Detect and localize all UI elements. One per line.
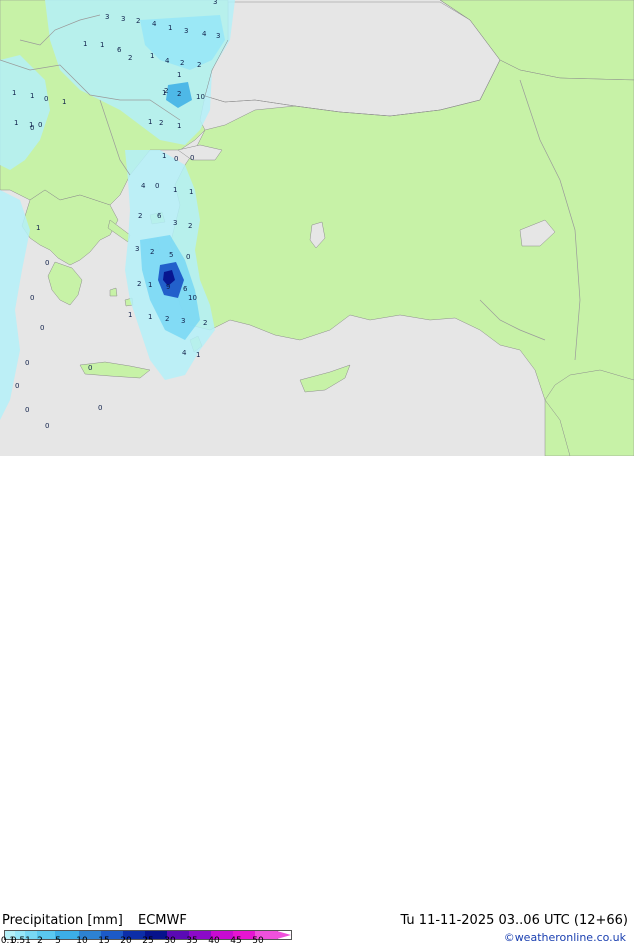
precip-value-label: 0 [186, 253, 190, 261]
precip-value-label: 1 [36, 224, 40, 232]
precip-value-label: 2 [188, 222, 192, 230]
precip-value-label: 1 [150, 52, 154, 60]
scale-tick-label: 5 [55, 936, 61, 946]
black-sea [204, 1, 501, 117]
precip-value-label: 2 [197, 61, 201, 69]
precip-value-label: 1 [177, 71, 181, 79]
precip-value-label: 2 [138, 212, 142, 220]
scale-tick-label: 30 [164, 936, 176, 946]
precip-value-label: 0 [88, 364, 92, 372]
precip-value-label: 2 [150, 248, 154, 256]
precip-value-label: 1 [29, 121, 33, 129]
precip-value-label: 0 [25, 406, 29, 414]
weather-map: 3 3 2 4 1 3 4 3 3 1 1 6 2 1 4 2 2 1 2 1 2 10 1 2 1 0 1 1 0 1 1 1 0 4 1 1 2 6 3… [0, 0, 634, 456]
scale-tick-label: 50 [252, 936, 264, 946]
precip-value-label: 3 [184, 27, 188, 35]
scale-tick-label: 20 [120, 936, 132, 946]
color-scale-ticks: 0.1 0.5 1 2 5 10 15 20 25 30 35 40 45 50 [0, 937, 340, 947]
precip-value-label: 2 [177, 90, 181, 98]
precip-value-label: 3 [121, 15, 125, 23]
precip-value-label: 1 [100, 41, 104, 49]
precip-value-label: 1 [148, 313, 152, 321]
precip-value-label: 3 [105, 13, 109, 21]
precip-value-label: 2 [165, 315, 169, 323]
precip-value-label: 0 [45, 422, 49, 430]
precip-value-label: 2 [180, 59, 184, 67]
precip-value-label: 1 [12, 89, 16, 97]
precip-value-label: 3 [135, 245, 139, 253]
precip-value-label: 0 [98, 404, 102, 412]
precip-value-label: 0 [190, 154, 194, 162]
precip-value-label: 0 [38, 121, 42, 129]
precip-value-label: 0 [44, 95, 48, 103]
scale-tick-label: 40 [208, 936, 220, 946]
precip-value-label: 1 [30, 92, 34, 100]
scale-tick-label: 2 [37, 936, 43, 946]
precip-value-label: 10 [188, 294, 197, 302]
precip-value-label: 1 [128, 311, 132, 319]
precip-value-label: 1 [83, 40, 87, 48]
precip-value-label: 1 [148, 118, 152, 126]
scale-tick-label: 45 [230, 936, 242, 946]
precip-value-label: 2 [159, 119, 163, 127]
precip-value-label: 2 [203, 319, 207, 327]
precip-value-label: 3 [181, 317, 185, 325]
precip-value-label: 6 [157, 212, 162, 220]
precip-value-label: 10 [196, 93, 205, 101]
precip-value-label: 3 [213, 0, 217, 6]
precip-value-label: 4 [202, 30, 207, 38]
model-name: ECMWF [138, 913, 187, 928]
precip-value-label: 6 [117, 46, 122, 54]
precip-value-label: 1 [14, 119, 18, 127]
precip-value-label: 4 [152, 20, 157, 28]
precip-value-label: 1 [148, 281, 152, 289]
credit-link[interactable]: ©weatheronline.co.uk [504, 931, 626, 945]
scale-tick-label: 35 [186, 936, 198, 946]
scale-tick-label: 25 [142, 936, 154, 946]
scale-tick-label: 1 [25, 936, 31, 946]
precip-value-label: 1 [168, 24, 172, 32]
precip-value-label: 0 [45, 259, 49, 267]
precip-value-label: 9 [166, 283, 170, 291]
precip-value-label: 1 [62, 98, 66, 106]
precip-value-label: 0 [25, 359, 29, 367]
map-canvas: 3 3 2 4 1 3 4 331 162 14 2 2121 2 101 2 101 1 0 11 104 1 12 63… [0, 0, 634, 456]
precip-value-label: 5 [169, 251, 173, 259]
precip-value-label: 1 [173, 186, 177, 194]
precip-value-label: 0 [15, 382, 19, 390]
precip-value-label: 6 [183, 285, 188, 293]
map-footer: Precipitation [mm] ECMWF Tu 11-11-2025 0… [0, 456, 634, 946]
precip-value-label: 0 [174, 155, 178, 163]
precip-value-label: 2 [137, 280, 141, 288]
precip-value-label: 1 [189, 188, 193, 196]
precip-value-label: 3 [173, 219, 177, 227]
valid-time: Tu 11-11-2025 03..06 UTC (12+66) [400, 913, 628, 928]
precip-value-label: 0 [155, 182, 159, 190]
precip-value-label: 2 [128, 54, 132, 62]
precip-value-label: 0 [30, 294, 34, 302]
precip-value-label: 0 [40, 324, 44, 332]
scale-tick-label: 15 [98, 936, 110, 946]
map-title: Precipitation [mm] [2, 913, 123, 928]
precip-value-label: 1 [162, 89, 166, 97]
scale-tick-label: 0.5 [10, 936, 26, 946]
precip-value-label: 4 [182, 349, 187, 357]
precip-value-label: 1 [177, 122, 181, 130]
precip-value-label: 4 [165, 57, 170, 65]
precip-value-label: 4 [141, 182, 146, 190]
precip-value-label: 1 [196, 351, 200, 359]
precip-value-label: 3 [216, 32, 220, 40]
precip-value-label: 2 [136, 17, 140, 25]
scale-tick-label: 10 [76, 936, 88, 946]
precip-value-label: 1 [162, 152, 166, 160]
